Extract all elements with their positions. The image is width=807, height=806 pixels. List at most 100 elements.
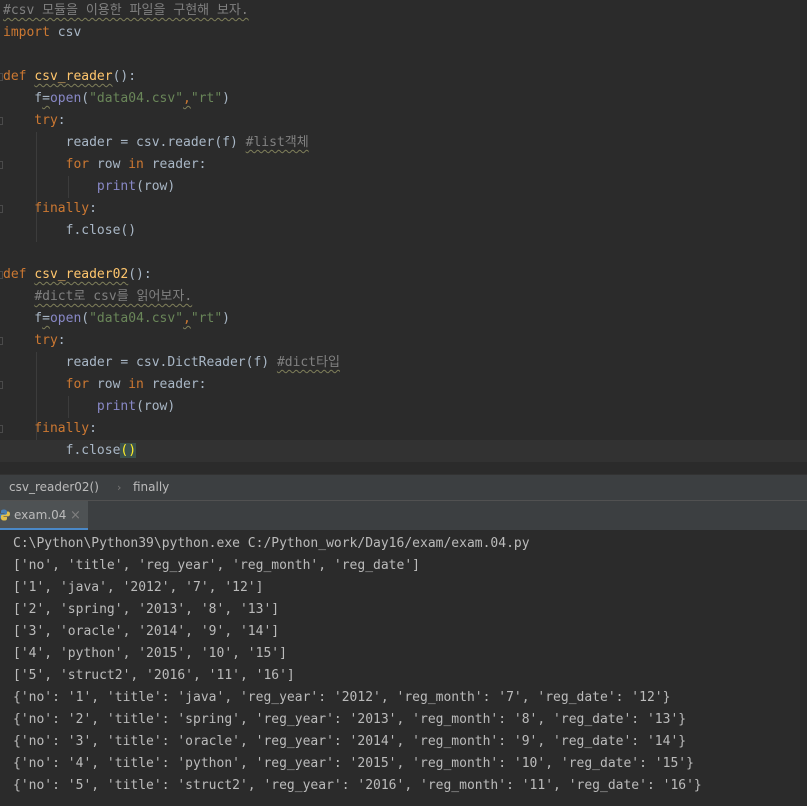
code-token: finally — [3, 421, 90, 436]
code-text: finally: — [3, 198, 97, 220]
code-token: "rt" — [190, 91, 223, 106]
code-token: #dict로 csv를 읽어보자. — [34, 289, 193, 304]
code-token: () — [120, 443, 137, 458]
console-line: ['2', 'spring', '2013', '8', '13'] — [13, 602, 280, 617]
code-token: : — [57, 333, 66, 348]
code-token: finally — [3, 201, 90, 216]
breadcrumb-item-function[interactable]: csv_reader02() — [9, 475, 99, 500]
code-line[interactable]: reader = csv.reader(f) #list객체 — [0, 132, 807, 154]
code-token: import — [3, 25, 50, 40]
console-line: {'no': '5', 'title': 'struct2', 'reg_yea… — [13, 778, 702, 793]
code-token: f.close() — [3, 223, 137, 238]
code-text: f.close() — [3, 440, 137, 462]
code-line[interactable]: try: — [0, 330, 807, 352]
code-token: row — [89, 377, 129, 392]
code-text: f=open("data04.csv","rt") — [3, 88, 230, 110]
code-token: in — [128, 377, 144, 392]
code-token: , — [183, 311, 191, 326]
code-token: (): — [128, 267, 152, 282]
code-line[interactable]: finally: — [0, 418, 807, 440]
code-line[interactable]: f.close() — [0, 440, 807, 462]
code-line[interactable]: f=open("data04.csv","rt") — [0, 308, 807, 330]
python-icon — [0, 509, 10, 521]
code-token: ( — [81, 91, 90, 106]
code-token: print — [96, 179, 137, 194]
code-token: ) — [222, 311, 230, 326]
code-line[interactable]: import csv — [0, 22, 807, 44]
code-text: try: — [3, 110, 65, 132]
code-token: #dict타입 — [276, 355, 340, 370]
console-line: C:\Python\Python39\python.exe C:/Python_… — [13, 536, 530, 551]
code-line[interactable]: print(row) — [0, 396, 807, 418]
breadcrumb-separator-icon: › — [117, 481, 122, 494]
code-token: #csv 모듈을 이용한 파일을 구현해 보자. — [3, 3, 249, 18]
code-token: try — [3, 113, 58, 128]
run-tab-exam04[interactable]: exam.04 × — [0, 501, 88, 530]
breadcrumb-item-block[interactable]: finally — [133, 475, 169, 500]
code-line[interactable]: reader = csv.DictReader(f) #dict타입 — [0, 352, 807, 374]
code-text: for row in reader: — [3, 154, 207, 176]
console-line: ['5', 'struct2', '2016', '11', '16'] — [13, 668, 295, 683]
code-token: f — [3, 311, 43, 326]
code-token: for — [3, 377, 90, 392]
code-text: #dict로 csv를 읽어보자. — [3, 286, 192, 308]
code-token: def — [3, 69, 27, 84]
code-line[interactable] — [0, 242, 807, 264]
code-token: f.close — [3, 443, 121, 458]
code-text: reader = csv.DictReader(f) #dict타입 — [3, 352, 340, 374]
console-line: ['4', 'python', '2015', '10', '15'] — [13, 646, 287, 661]
code-text: import csv — [3, 22, 81, 44]
code-token: (row) — [136, 179, 176, 194]
code-token: csv — [49, 25, 82, 40]
code-line[interactable]: def csv_reader02(): — [0, 264, 807, 286]
code-line[interactable]: f.close() — [0, 220, 807, 242]
console-line: ['1', 'java', '2012', '7', '12'] — [13, 580, 264, 595]
code-token: , — [183, 91, 191, 106]
code-line[interactable]: def csv_reader(): — [0, 66, 807, 88]
code-line[interactable]: #csv 모듈을 이용한 파일을 구현해 보자. — [0, 0, 807, 22]
code-text: try: — [3, 330, 66, 352]
close-icon[interactable]: × — [70, 501, 81, 531]
code-line[interactable]: print(row) — [0, 176, 807, 198]
code-line[interactable]: finally: — [0, 198, 807, 220]
code-line[interactable]: f=open("data04.csv","rt") — [0, 88, 807, 110]
code-line[interactable]: for row in reader: — [0, 154, 807, 176]
code-token: reader = csv.reader(f) — [3, 135, 246, 150]
code-token: #list객체 — [245, 135, 309, 150]
run-console-output[interactable]: C:\Python\Python39\python.exe C:/Python_… — [0, 530, 807, 806]
code-text: for row in reader: — [3, 374, 207, 396]
code-token: (row) — [136, 399, 176, 414]
code-line[interactable]: try: — [0, 110, 807, 132]
console-line: {'no': '3', 'title': 'oracle', 'reg_year… — [13, 734, 687, 749]
code-token: open — [49, 311, 82, 326]
code-token: (): — [112, 69, 137, 84]
code-token: print — [96, 399, 137, 414]
code-text: print(row) — [3, 396, 175, 418]
code-editor[interactable]: #csv 모듈을 이용한 파일을 구현해 보자. import csv def cs… — [0, 0, 807, 474]
code-text: def csv_reader02(): — [3, 264, 152, 286]
code-token: f — [3, 91, 43, 106]
code-token: try — [3, 333, 58, 348]
code-token: reader = csv.DictReader(f) — [3, 355, 277, 370]
run-toolbar: exam.04 × — [0, 500, 807, 531]
breadcrumb: csv_reader02() › finally — [0, 474, 807, 501]
code-text: f.close() — [3, 220, 136, 242]
code-token: "rt" — [190, 311, 223, 326]
code-text: def csv_reader(): — [3, 66, 136, 88]
code-line[interactable]: for row in reader: — [0, 374, 807, 396]
code-text: f=open("data04.csv","rt") — [3, 308, 230, 330]
run-tab-label: exam.04 — [14, 508, 67, 522]
code-token: reader: — [143, 377, 207, 392]
code-text: print(row) — [3, 176, 175, 198]
code-line[interactable] — [0, 44, 807, 66]
code-line[interactable]: #dict로 csv를 읽어보자. — [0, 286, 807, 308]
console-line: {'no': '2', 'title': 'spring', 'reg_year… — [13, 712, 687, 727]
code-token: in — [128, 157, 144, 172]
code-token: = — [42, 311, 50, 326]
console-line: {'no': '4', 'title': 'python', 'reg_year… — [13, 756, 694, 771]
code-token: csv_reader — [34, 69, 113, 84]
code-token: reader: — [143, 157, 207, 172]
